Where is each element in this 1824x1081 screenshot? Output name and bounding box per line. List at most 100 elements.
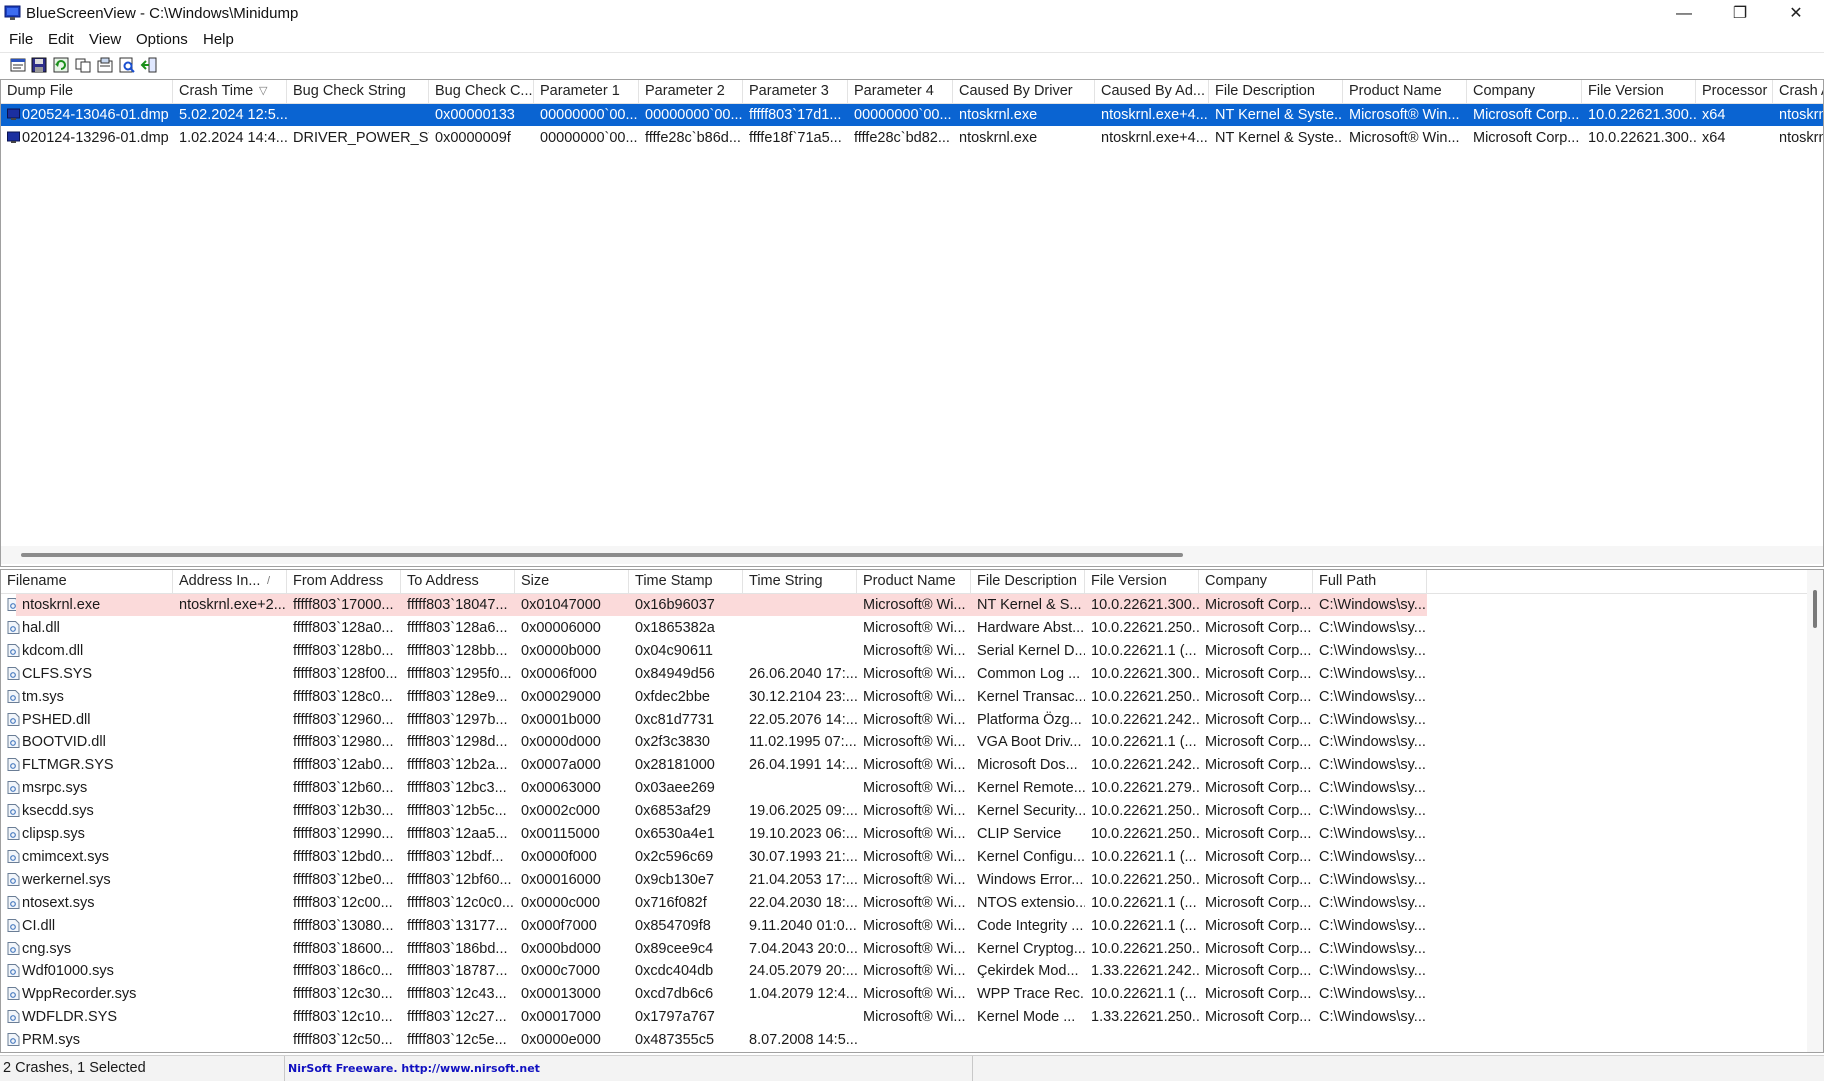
module-cell: fffff803`12c50... — [293, 1032, 393, 1049]
module-row[interactable]: FLTMGR.SYS fffff803`12ab0... fffff803`12b2… — [1, 754, 1823, 776]
module-cell: 26.06.2040 17:... — [749, 665, 857, 682]
restore-button[interactable]: ❐ — [1712, 0, 1768, 28]
module-row[interactable]: ntoskrnl.exe ntoskrnl.exe+2... fffff803`17… — [1, 594, 1823, 616]
properties-icon[interactable] — [9, 56, 27, 74]
module-cell — [173, 686, 287, 708]
module-cell: 0x6853af29 — [635, 803, 711, 820]
module-row[interactable]: werkernel.sys fffff803`12be0... fffff803`1… — [1, 869, 1823, 891]
col-parameter-4[interactable]: Parameter 4 — [848, 80, 953, 103]
module-list-vscroll-thumb[interactable] — [1813, 590, 1817, 628]
module-row[interactable]: WDFLDR.SYS fffff803`12c10... fffff803`12c2… — [1, 1006, 1823, 1028]
menu-edit[interactable]: Edit — [48, 31, 74, 48]
module-row[interactable]: cng.sys fffff803`18600... fffff803`186bd..… — [1, 938, 1823, 960]
status-freeware-link[interactable]: NirSoft Freeware. http://www.nirsoft.net — [285, 1056, 973, 1081]
module-cell: 10.0.22621.300... — [1091, 665, 1199, 682]
module-row[interactable]: msrpc.sys fffff803`12b60... fffff803`12bc3… — [1, 777, 1823, 799]
col-company[interactable]: Company — [1467, 80, 1582, 103]
col-processor[interactable]: Processor — [1696, 80, 1773, 103]
module-row[interactable]: CI.dll fffff803`13080... fffff803`13177...… — [1, 915, 1823, 937]
copy-icon[interactable] — [74, 56, 92, 74]
module-cell: Microsoft Corp... — [1205, 940, 1312, 957]
col-parameter-3[interactable]: Parameter 3 — [743, 80, 848, 103]
nirsoft-link[interactable]: NirSoft Freeware. http://www.nirsoft.net — [288, 1062, 540, 1075]
module-row[interactable]: BOOTVID.dll fffff803`12980... fffff803`129… — [1, 731, 1823, 753]
module-row[interactable]: clipsp.sys fffff803`12990... fffff803`12aa… — [1, 823, 1823, 845]
module-row[interactable]: kdcom.dll fffff803`128b0... fffff803`128bb… — [1, 640, 1823, 662]
crash-cell: NT Kernel & Syste... — [1215, 107, 1343, 123]
module-cell: VGA Boot Driv... — [977, 734, 1082, 751]
module-row[interactable]: PRM.sys fffff803`12c50... fffff803`12c5e..… — [1, 1029, 1823, 1051]
col-parameter-1[interactable]: Parameter 1 — [534, 80, 639, 103]
col-from-address[interactable]: From Address — [287, 570, 401, 593]
module-row[interactable]: tm.sys fffff803`128c0... fffff803`128e9...… — [1, 686, 1823, 708]
crash-row[interactable]: 020124-13296-01.dmp 1.02.2024 14:4... DRIV… — [1, 127, 1823, 149]
module-cell: fffff803`1297b... — [407, 711, 508, 728]
col-full-path[interactable]: Full Path — [1313, 570, 1427, 593]
col-bug-check-code[interactable]: Bug Check C... — [429, 80, 534, 103]
module-cell: 0x9cb130e7 — [635, 871, 715, 888]
module-list-vscrollbar[interactable] — [1807, 570, 1823, 1052]
module-cell: C:\Windows\sy... — [1319, 848, 1426, 865]
find-icon[interactable] — [118, 56, 136, 74]
module-cell: Microsoft® Wi... — [863, 826, 966, 842]
module-cell: fffff803`18787... — [407, 963, 508, 980]
col-file-version[interactable]: File Version — [1582, 80, 1696, 103]
module-row[interactable]: ksecdd.sys fffff803`12b30... fffff803`12b5… — [1, 800, 1823, 822]
menu-view[interactable]: View — [89, 31, 121, 48]
module-cell: Microsoft Corp... — [1205, 757, 1312, 774]
module-row[interactable]: PSHED.dll fffff803`12960... fffff803`1297b… — [1, 709, 1823, 731]
crash-cell: 00000000`00... — [540, 130, 638, 146]
col-time-stamp[interactable]: Time Stamp — [629, 570, 743, 593]
menu-file[interactable]: File — [9, 31, 33, 48]
module-cell — [1199, 1029, 1313, 1051]
module-row[interactable]: hal.dll fffff803`128a0... fffff803`128a6..… — [1, 617, 1823, 639]
col-parameter-2[interactable]: Parameter 2 — [639, 80, 743, 103]
menu-options[interactable]: Options — [136, 31, 188, 48]
exit-icon[interactable] — [140, 56, 158, 74]
col-file-version[interactable]: File Version — [1085, 570, 1199, 593]
crash-cell: NT Kernel & Syste... — [1215, 130, 1343, 146]
close-button[interactable]: ✕ — [1768, 0, 1824, 28]
col-crash-time[interactable]: Crash Time ▽ — [173, 80, 287, 103]
col-company[interactable]: Company — [1199, 570, 1313, 593]
col-time-string[interactable]: Time String — [743, 570, 857, 593]
module-cell: tm.sys — [22, 688, 64, 705]
col-crash-address[interactable]: Crash Ad — [1773, 80, 1823, 103]
col-file-description[interactable]: File Description — [1209, 80, 1343, 103]
save-icon[interactable] — [30, 56, 48, 74]
report-icon[interactable] — [96, 56, 114, 74]
menu-help[interactable]: Help — [203, 31, 234, 48]
col-caused-by-address[interactable]: Caused By Ad... — [1095, 80, 1209, 103]
module-row[interactable]: WppRecorder.sys fffff803`12c30... fffff803… — [1, 983, 1823, 1005]
crash-cell: ntoskrnl.exe+4... — [1101, 130, 1208, 146]
col-bug-check-string[interactable]: Bug Check String — [287, 80, 429, 103]
crash-row[interactable]: 020524-13046-01.dmp 5.02.2024 12:5... 0x00… — [1, 104, 1823, 126]
col-file-description[interactable]: File Description — [971, 570, 1085, 593]
module-row[interactable]: Wdf01000.sys fffff803`186c0... fffff803`18… — [1, 960, 1823, 982]
col-address-in-stack[interactable]: Address In... / — [173, 570, 287, 593]
module-cell: 0x84949d56 — [635, 665, 715, 682]
col-product-name[interactable]: Product Name — [857, 570, 971, 593]
refresh-icon[interactable] — [52, 56, 70, 74]
crash-list-hscrollbar[interactable] — [1, 546, 1823, 564]
module-row[interactable]: CLFS.SYS fffff803`128f00... fffff803`1295f… — [1, 663, 1823, 685]
module-cell — [1085, 1029, 1199, 1051]
module-cell: 10.0.22621.250... — [1091, 871, 1199, 888]
module-cell — [173, 938, 287, 960]
module-cell: Wdf01000.sys — [22, 963, 114, 980]
module-row[interactable]: cmimcext.sys fffff803`12bd0... fffff803`12… — [1, 846, 1823, 868]
module-row[interactable]: ntosext.sys fffff803`12c00... fffff803`12c… — [1, 892, 1823, 914]
col-caused-by-driver[interactable]: Caused By Driver — [953, 80, 1095, 103]
crash-list-hscroll-thumb[interactable] — [21, 553, 1183, 557]
col-product-name[interactable]: Product Name — [1343, 80, 1467, 103]
module-cell: fffff803`186bd... — [407, 940, 508, 957]
module-cell: fffff803`12c00... — [293, 894, 393, 911]
minimize-button[interactable]: — — [1656, 0, 1712, 28]
col-filename[interactable]: Filename — [1, 570, 173, 593]
crash-cell: fffff803`17d1... — [749, 107, 842, 123]
col-to-address[interactable]: To Address — [401, 570, 515, 593]
module-cell: fffff803`12b5c... — [407, 803, 507, 820]
col-dump-file[interactable]: Dump File — [1, 80, 173, 103]
col-size[interactable]: Size — [515, 570, 629, 593]
module-cell — [1313, 1029, 1427, 1051]
